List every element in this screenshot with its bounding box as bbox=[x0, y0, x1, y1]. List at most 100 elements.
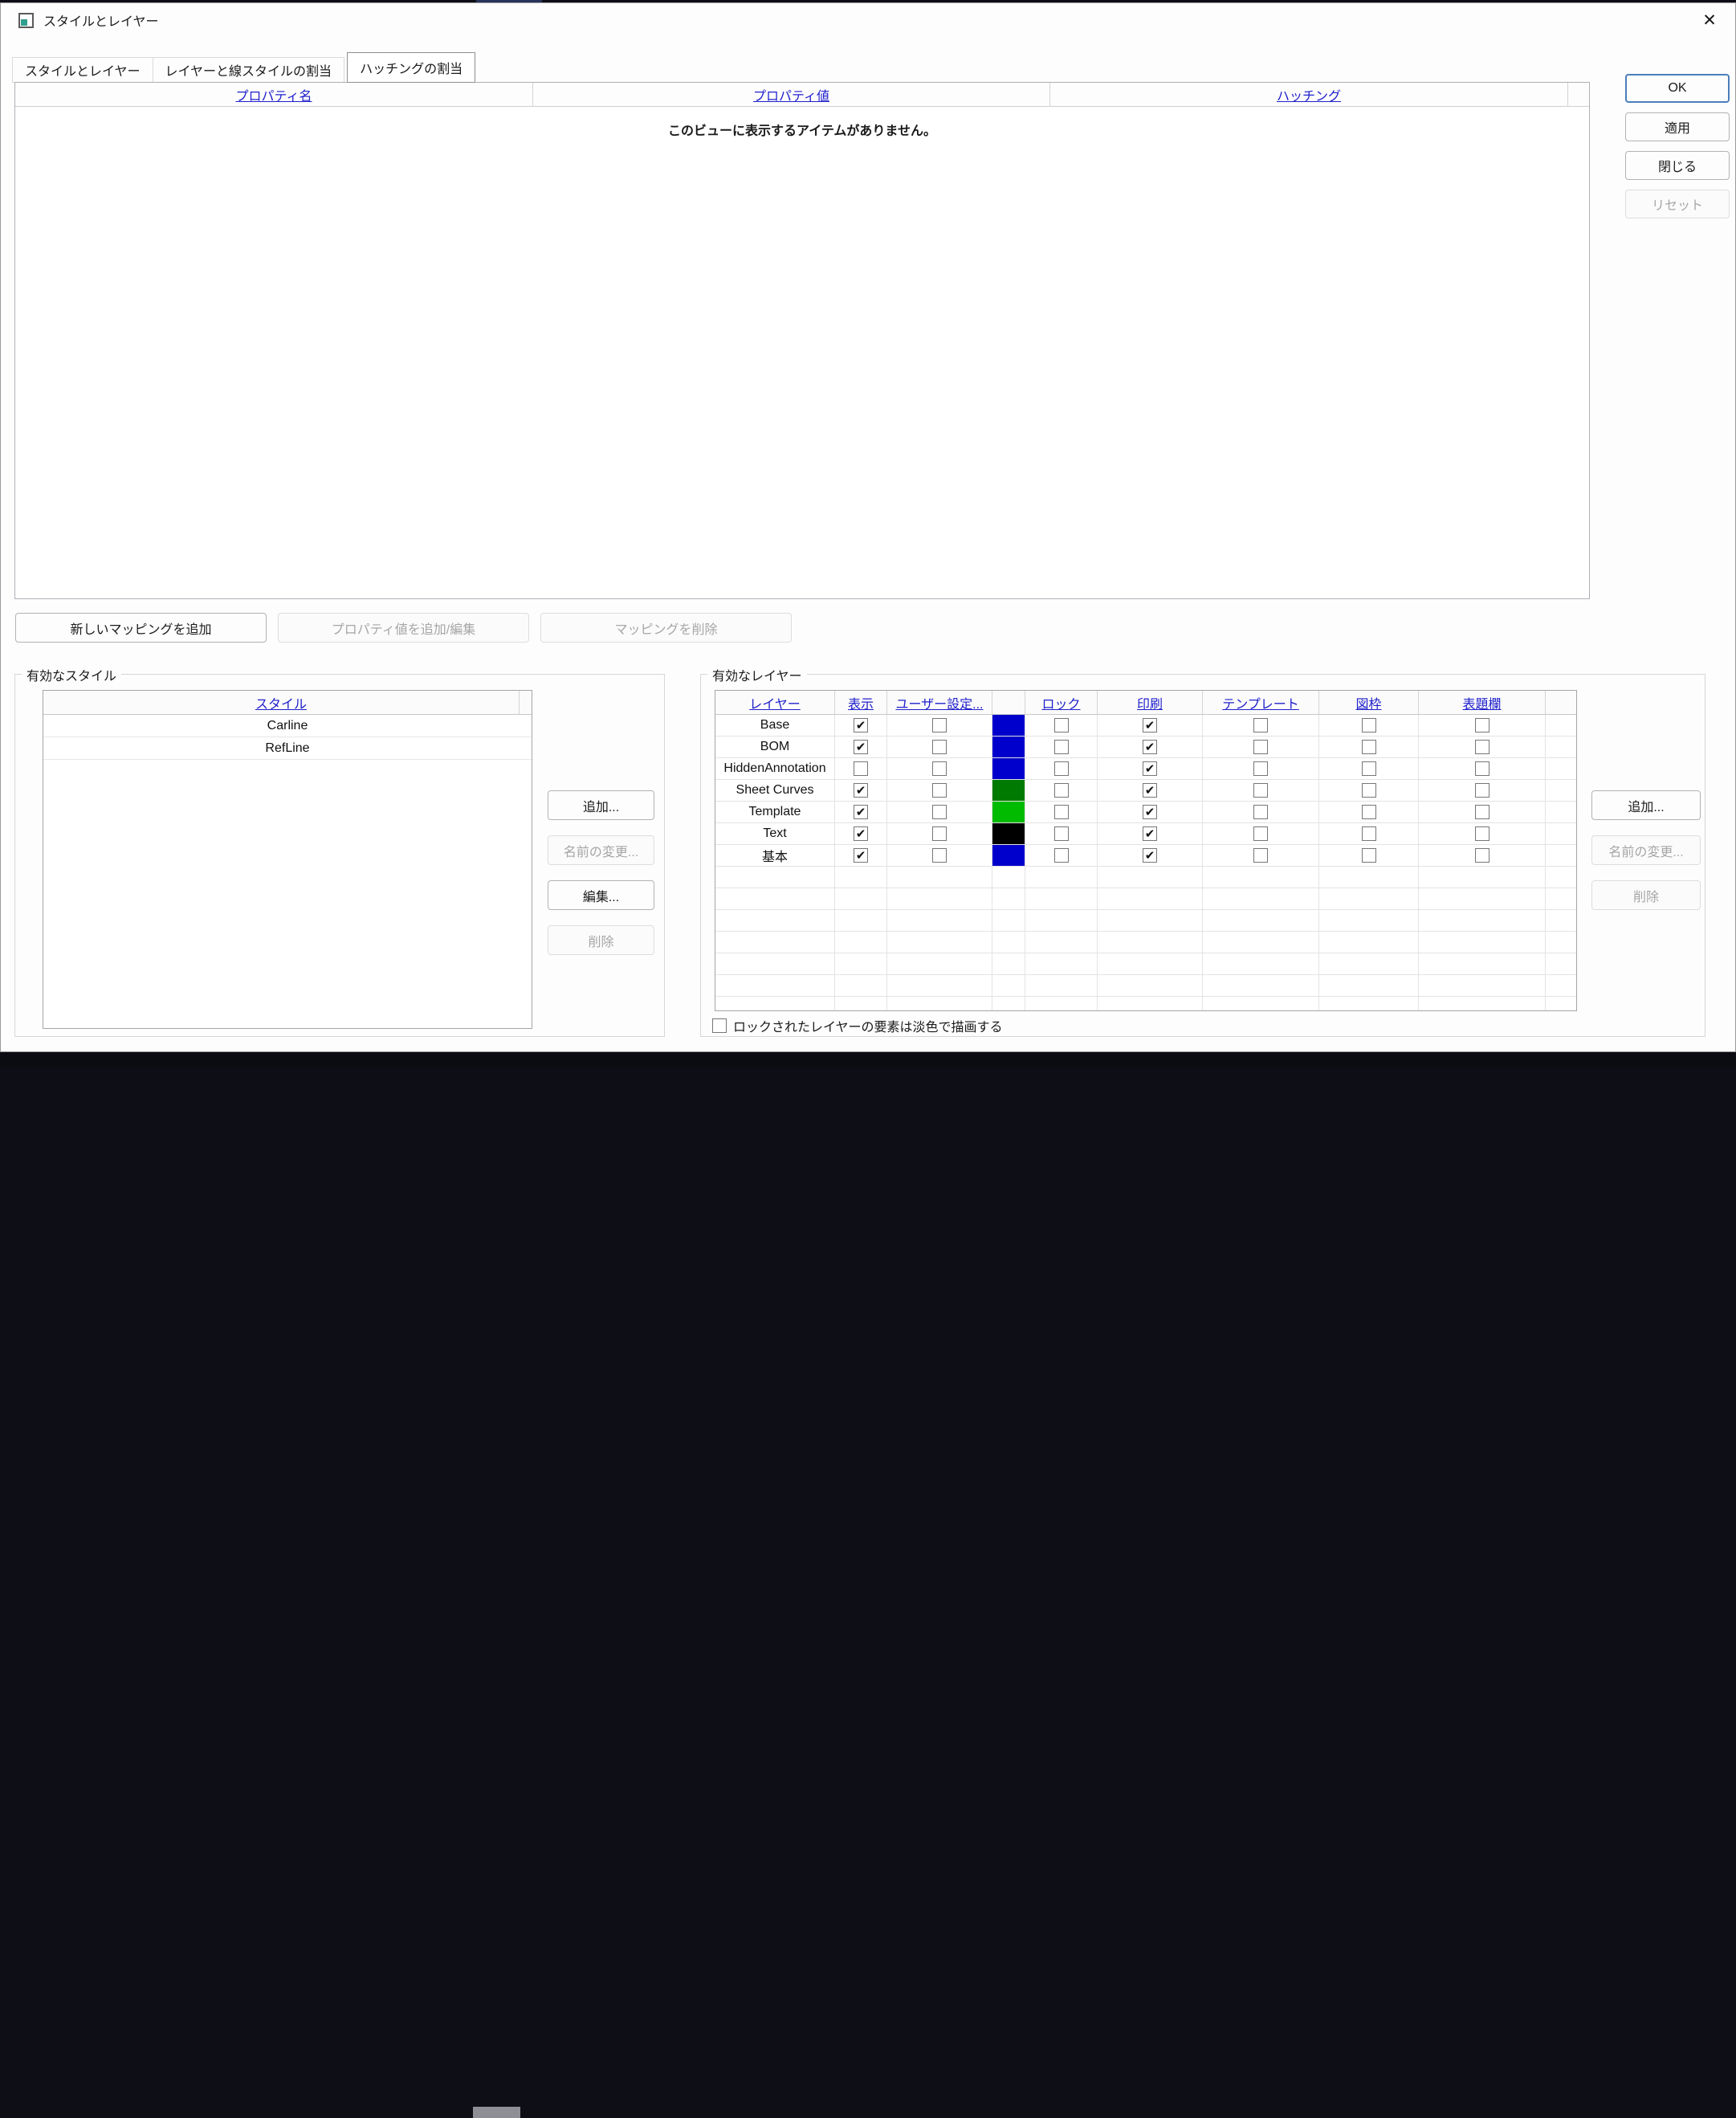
lock-cell[interactable] bbox=[1025, 845, 1098, 867]
frame-cell[interactable] bbox=[1319, 780, 1419, 802]
show-cell[interactable]: ✔ bbox=[835, 823, 887, 845]
title-block-cell[interactable] bbox=[1419, 758, 1546, 780]
layer-color-swatch[interactable] bbox=[992, 715, 1025, 737]
locked-layers-option[interactable]: ロックされたレイヤーの要素は淡色で描画する bbox=[712, 1016, 1003, 1035]
user-settings-checkbox[interactable] bbox=[932, 718, 947, 733]
print-cell[interactable]: ✔ bbox=[1098, 802, 1203, 823]
hatching-mapping-table[interactable]: プロパティ名プロパティ値ハッチング このビューに表示するアイテムがありません。 bbox=[14, 82, 1590, 599]
style-row[interactable]: Carline bbox=[43, 715, 532, 737]
layer-color-swatch[interactable] bbox=[992, 802, 1025, 823]
template-checkbox[interactable] bbox=[1253, 761, 1268, 776]
column-header[interactable]: ロック bbox=[1025, 691, 1098, 714]
frame-cell[interactable] bbox=[1319, 802, 1419, 823]
template-checkbox[interactable] bbox=[1253, 848, 1268, 863]
column-header[interactable]: ハッチング bbox=[1050, 83, 1568, 106]
template-cell[interactable] bbox=[1203, 715, 1319, 737]
title-block-cell[interactable] bbox=[1419, 737, 1546, 758]
frame-cell[interactable] bbox=[1319, 737, 1419, 758]
user-settings-checkbox[interactable] bbox=[932, 783, 947, 798]
show-checkbox[interactable]: ✔ bbox=[854, 826, 868, 841]
user-settings-checkbox[interactable] bbox=[932, 805, 947, 819]
lock-cell[interactable] bbox=[1025, 823, 1098, 845]
print-cell[interactable]: ✔ bbox=[1098, 758, 1203, 780]
add-layer-button[interactable]: 追加... bbox=[1591, 790, 1701, 820]
title-block-checkbox[interactable] bbox=[1475, 848, 1489, 863]
show-cell[interactable]: ✔ bbox=[835, 715, 887, 737]
column-header[interactable]: プロパティ名 bbox=[15, 83, 533, 106]
print-checkbox[interactable]: ✔ bbox=[1143, 761, 1157, 776]
layer-name[interactable]: BOM bbox=[715, 737, 835, 758]
column-header[interactable]: プロパティ値 bbox=[533, 83, 1050, 106]
lock-checkbox[interactable] bbox=[1054, 718, 1069, 733]
title-block-checkbox[interactable] bbox=[1475, 761, 1489, 776]
title-block-checkbox[interactable] bbox=[1475, 805, 1489, 819]
column-header[interactable]: 印刷 bbox=[1098, 691, 1203, 714]
taskbar[interactable] bbox=[0, 1052, 1736, 1067]
user-settings-checkbox[interactable] bbox=[932, 826, 947, 841]
ok-button[interactable]: OK bbox=[1625, 74, 1730, 103]
layer-row[interactable]: BOM ✔ ✔ bbox=[715, 737, 1576, 758]
lock-checkbox[interactable] bbox=[1054, 783, 1069, 798]
frame-checkbox[interactable] bbox=[1362, 740, 1376, 754]
show-checkbox[interactable]: ✔ bbox=[854, 848, 868, 863]
title-block-cell[interactable] bbox=[1419, 715, 1546, 737]
frame-cell[interactable] bbox=[1319, 715, 1419, 737]
frame-cell[interactable] bbox=[1319, 823, 1419, 845]
title-block-cell[interactable] bbox=[1419, 845, 1546, 867]
print-checkbox[interactable]: ✔ bbox=[1143, 805, 1157, 819]
frame-cell[interactable] bbox=[1319, 758, 1419, 780]
print-checkbox[interactable]: ✔ bbox=[1143, 826, 1157, 841]
layer-row[interactable]: Text ✔ ✔ bbox=[715, 823, 1576, 845]
layers-table[interactable]: レイヤー表示ユーザー設定...ロック印刷テンプレート図枠表題欄 Base✔✔BO… bbox=[715, 690, 1577, 1011]
show-checkbox[interactable]: ✔ bbox=[854, 740, 868, 754]
title-block-checkbox[interactable] bbox=[1475, 826, 1489, 841]
frame-checkbox[interactable] bbox=[1362, 783, 1376, 798]
layer-row[interactable]: HiddenAnnotation✔ bbox=[715, 758, 1576, 780]
print-cell[interactable]: ✔ bbox=[1098, 715, 1203, 737]
title-bar[interactable]: スタイルとレイヤー ✕ bbox=[1, 3, 1735, 37]
show-checkbox[interactable]: ✔ bbox=[854, 718, 868, 733]
frame-checkbox[interactable] bbox=[1362, 718, 1376, 733]
edit-style-button[interactable]: 編集... bbox=[548, 880, 654, 910]
layer-row[interactable]: Sheet Curves✔✔ bbox=[715, 780, 1576, 802]
add-style-button[interactable]: 追加... bbox=[548, 790, 654, 820]
template-checkbox[interactable] bbox=[1253, 718, 1268, 733]
title-block-checkbox[interactable] bbox=[1475, 783, 1489, 798]
lock-cell[interactable] bbox=[1025, 715, 1098, 737]
taskbar-item[interactable] bbox=[473, 2107, 520, 2118]
template-checkbox[interactable] bbox=[1253, 805, 1268, 819]
lock-cell[interactable] bbox=[1025, 802, 1098, 823]
show-cell[interactable]: ✔ bbox=[835, 737, 887, 758]
column-header[interactable]: 図枠 bbox=[1319, 691, 1419, 714]
add-mapping-button[interactable]: 新しいマッピングを追加 bbox=[15, 613, 267, 643]
tab[interactable]: ハッチングの割当 bbox=[347, 52, 475, 83]
styles-table[interactable]: スタイル CarlineRefLine bbox=[43, 690, 532, 1029]
print-cell[interactable]: ✔ bbox=[1098, 845, 1203, 867]
close-icon[interactable]: ✕ bbox=[1684, 3, 1735, 37]
column-header[interactable]: 表示 bbox=[835, 691, 887, 714]
layer-name[interactable]: 基本 bbox=[715, 845, 835, 867]
tab[interactable]: レイヤーと線スタイルの割当 bbox=[153, 57, 345, 83]
layer-color-swatch[interactable] bbox=[992, 780, 1025, 802]
template-cell[interactable] bbox=[1203, 823, 1319, 845]
show-cell[interactable]: ✔ bbox=[835, 780, 887, 802]
layer-row[interactable]: Template✔✔ bbox=[715, 802, 1576, 823]
layer-color-swatch[interactable] bbox=[992, 758, 1025, 780]
show-cell[interactable]: ✔ bbox=[835, 802, 887, 823]
layer-name[interactable]: Text bbox=[715, 823, 835, 845]
lock-cell[interactable] bbox=[1025, 758, 1098, 780]
column-header[interactable]: ユーザー設定... bbox=[887, 691, 992, 714]
show-checkbox[interactable]: ✔ bbox=[854, 805, 868, 819]
print-cell[interactable]: ✔ bbox=[1098, 737, 1203, 758]
lock-checkbox[interactable] bbox=[1054, 848, 1069, 863]
template-cell[interactable] bbox=[1203, 780, 1319, 802]
style-row[interactable]: RefLine bbox=[43, 737, 532, 760]
show-checkbox[interactable] bbox=[854, 761, 868, 776]
column-header[interactable]: レイヤー bbox=[715, 691, 835, 714]
lock-cell[interactable] bbox=[1025, 737, 1098, 758]
title-block-cell[interactable] bbox=[1419, 780, 1546, 802]
frame-checkbox[interactable] bbox=[1362, 805, 1376, 819]
layer-color-swatch[interactable] bbox=[992, 845, 1025, 867]
user-settings-checkbox[interactable] bbox=[932, 740, 947, 754]
print-cell[interactable]: ✔ bbox=[1098, 780, 1203, 802]
